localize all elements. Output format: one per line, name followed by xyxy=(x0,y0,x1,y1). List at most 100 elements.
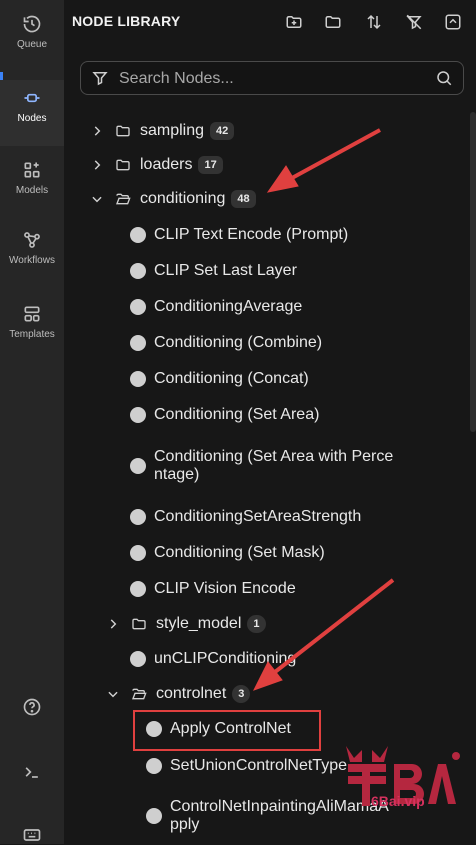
tree-folder-loaders[interactable]: loaders 17 xyxy=(90,156,476,174)
folder-icon xyxy=(132,618,146,630)
rail-item-workflows[interactable]: Workflows xyxy=(0,222,64,288)
panel-header: NODE LIBRARY xyxy=(64,0,476,44)
tree-node-item[interactable]: CLIP Text Encode (Prompt) xyxy=(130,226,476,244)
rail-item-models[interactable]: Models xyxy=(0,152,64,218)
filter-off-icon xyxy=(406,14,422,30)
node-label-line-1: Conditioning (Set Area with Perce xyxy=(154,448,394,465)
node-label-line-2: ntage) xyxy=(154,466,200,483)
folder-label: style_model xyxy=(156,615,242,632)
count-badge: 48 xyxy=(231,190,256,208)
tree-node-item[interactable]: Conditioning (Set Area) xyxy=(130,406,476,424)
nodes-icon xyxy=(24,93,40,103)
node-dot-icon xyxy=(130,651,146,667)
rail-label-nodes: Nodes xyxy=(17,113,47,124)
node-dot-icon xyxy=(146,758,162,774)
node-dot-icon xyxy=(130,458,146,474)
tree-node-item[interactable]: Conditioning (Combine) xyxy=(130,334,476,352)
rail-item-templates[interactable]: Templates xyxy=(0,296,64,362)
help-button[interactable] xyxy=(0,697,64,717)
keyboard-button[interactable] xyxy=(0,825,64,845)
chevron-down-icon xyxy=(92,196,102,203)
workflows-icon xyxy=(24,232,40,248)
templates-icon xyxy=(24,306,40,322)
node-dot-icon xyxy=(130,581,146,597)
folder-label: loaders xyxy=(140,156,193,173)
terminal-button[interactable] xyxy=(0,762,64,782)
panel-title: NODE LIBRARY xyxy=(72,13,181,29)
node-dot-icon xyxy=(130,335,146,351)
rail-item-nodes[interactable]: Nodes xyxy=(0,80,64,146)
node-dot-icon xyxy=(130,227,146,243)
folder-button[interactable] xyxy=(322,11,344,33)
tree-node-item[interactable]: Conditioning (Set Area with Perce ntage) xyxy=(130,448,476,484)
keyboard-icon xyxy=(23,829,41,841)
tree-folder-controlnet[interactable]: controlnet 3 xyxy=(106,685,476,703)
count-badge: 1 xyxy=(247,615,266,633)
new-folder-icon xyxy=(286,16,302,28)
node-dot-icon xyxy=(146,808,162,824)
collapse-button[interactable] xyxy=(442,11,464,33)
node-dot-icon xyxy=(130,407,146,423)
node-label-line-2: pply xyxy=(170,816,200,833)
sort-icon xyxy=(367,14,381,30)
tree-node-item[interactable]: CLIP Vision Encode xyxy=(130,580,476,598)
count-badge: 17 xyxy=(198,156,223,174)
tree-folder-conditioning[interactable]: conditioning 48 xyxy=(90,190,476,208)
node-dot-icon xyxy=(130,509,146,525)
tree-node-item[interactable]: CLIP Set Last Layer xyxy=(130,262,476,280)
folder-icon xyxy=(116,159,130,171)
help-icon xyxy=(23,698,41,716)
rail-label-queue: Queue xyxy=(16,39,48,50)
new-folder-button[interactable] xyxy=(283,11,305,33)
node-label: Conditioning (Combine) xyxy=(154,334,323,351)
node-dot-icon xyxy=(130,545,146,561)
annotation-highlight-box xyxy=(133,710,321,751)
search-box xyxy=(80,61,464,95)
folder-open-icon xyxy=(116,193,131,205)
rail-label-templates: Templates xyxy=(9,329,55,340)
chevron-right-icon xyxy=(94,126,101,136)
sidebar-rail: Queue Nodes Models Workflows Templates xyxy=(0,0,64,844)
rail-item-queue[interactable]: Queue xyxy=(0,6,64,72)
node-label: CLIP Text Encode (Prompt) xyxy=(154,226,349,243)
folder-icon xyxy=(325,16,341,28)
node-label: SetUnionControlNetType xyxy=(170,757,347,774)
filter-icon[interactable] xyxy=(91,69,109,87)
node-label: CLIP Vision Encode xyxy=(154,580,296,597)
node-label: Conditioning (Set Mask) xyxy=(154,544,325,561)
chevron-right-icon xyxy=(110,619,117,629)
folder-open-icon xyxy=(132,688,147,700)
chevron-down-icon xyxy=(108,691,118,698)
folder-label: controlnet xyxy=(156,685,227,702)
tree-node-item[interactable]: unCLIPConditioning xyxy=(130,650,476,668)
tree-node-item[interactable]: ConditioningAverage xyxy=(130,298,476,316)
collapse-icon xyxy=(445,14,461,30)
folder-icon xyxy=(116,125,130,137)
count-badge: 42 xyxy=(210,122,235,140)
chevron-right-icon xyxy=(94,160,101,170)
models-icon xyxy=(24,162,40,178)
node-label: unCLIPConditioning xyxy=(154,650,297,667)
node-label: CLIP Set Last Layer xyxy=(154,262,297,279)
tree-node-item[interactable]: ConditioningSetAreaStrength xyxy=(130,508,476,526)
rail-label-workflows: Workflows xyxy=(9,255,55,266)
search-input[interactable] xyxy=(117,67,431,91)
sort-button[interactable] xyxy=(363,11,385,33)
node-label: Conditioning (Concat) xyxy=(154,370,309,387)
tree-node-item[interactable]: Conditioning (Set Mask) xyxy=(130,544,476,562)
folder-label: conditioning xyxy=(140,190,226,207)
watermark-site: 6Bai.vip xyxy=(371,793,425,809)
tree-folder-sampling[interactable]: sampling 42 xyxy=(90,122,476,140)
history-icon xyxy=(23,15,41,33)
rail-label-models: Models xyxy=(15,185,49,196)
count-badge: 3 xyxy=(232,685,251,703)
folder-label: sampling xyxy=(140,122,205,139)
node-label: ConditioningSetAreaStrength xyxy=(154,508,362,525)
search-icon[interactable] xyxy=(435,69,453,87)
terminal-icon xyxy=(25,767,38,778)
node-label: Conditioning (Set Area) xyxy=(154,406,320,423)
tree-node-item[interactable]: Conditioning (Concat) xyxy=(130,370,476,388)
filter-off-button[interactable] xyxy=(403,11,425,33)
tree-folder-style-model[interactable]: style_model 1 xyxy=(106,615,476,633)
node-dot-icon xyxy=(130,263,146,279)
